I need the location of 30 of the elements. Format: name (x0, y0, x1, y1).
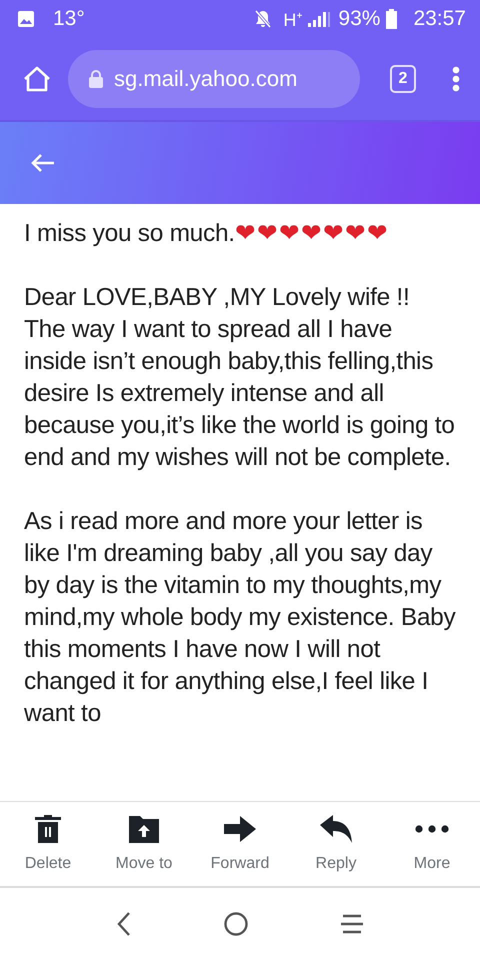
tab-count-button[interactable]: 2 (390, 65, 416, 93)
menu-icon[interactable] (452, 66, 460, 92)
lock-icon (88, 69, 104, 89)
message-text: As i read more and more your letter is like I'm dreaming baby ,all you say day by day is the vitamin to my thoughts,my mind,my whole body my existence. Baby this moments I have now I will not changed it for anything else,I feel like I want to (24, 507, 456, 729)
temperature: 13° (53, 7, 85, 31)
home-icon[interactable] (22, 65, 52, 93)
image-icon (17, 10, 35, 28)
move-button[interactable]: Move to (96, 802, 192, 886)
home-circle-icon[interactable] (222, 911, 249, 937)
signal-icon (308, 10, 332, 28)
reply-arrow-icon (320, 815, 352, 843)
trash-icon (35, 815, 61, 843)
recent-apps-icon[interactable] (340, 913, 364, 935)
address-bar[interactable]: sg.mail.yahoo.com (68, 50, 360, 108)
more-button[interactable]: More (384, 802, 480, 886)
muted-bell-icon (253, 9, 274, 29)
right-arrow-icon (224, 816, 256, 842)
back-icon[interactable] (116, 911, 132, 937)
message-text: Dear LOVE,BABY ,MY Lovely wife !! The way I want to spread all I have inside isn’t enough baby,this felling,this desire Is extremely intense and all because you,it’s like the world is going to end and my wishes will not be complete. (24, 283, 456, 473)
reply-button[interactable]: Reply (288, 802, 384, 886)
folder-upload-icon (129, 816, 159, 842)
forward-button[interactable]: Forward (192, 802, 288, 886)
battery-icon (386, 9, 398, 29)
more-icon (415, 825, 449, 833)
delete-button[interactable]: Delete (0, 802, 96, 886)
back-arrow-icon[interactable] (30, 153, 56, 173)
battery-level: 93% (338, 7, 380, 31)
clock-time: 23:57 (413, 7, 466, 31)
message-text: I miss you so much.❤❤❤❤❤❤❤ (24, 219, 390, 249)
network-type: H⁺ (283, 9, 302, 31)
